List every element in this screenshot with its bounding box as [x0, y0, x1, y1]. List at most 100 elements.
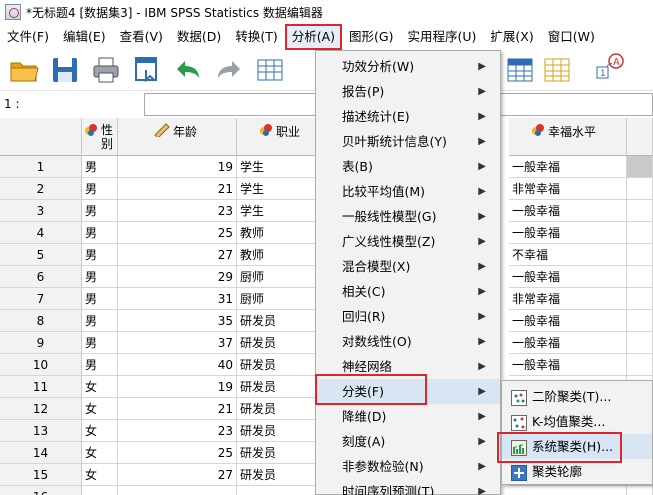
analyze-menu-item[interactable]: 比较平均值(M) ▶ [316, 179, 500, 204]
cell-age[interactable] [118, 486, 237, 495]
corner-header[interactable] [0, 118, 82, 156]
cell-happiness[interactable]: 非常幸福 [509, 178, 627, 200]
cell-age[interactable]: 29 [118, 266, 237, 288]
open-folder-icon[interactable] [8, 54, 40, 86]
redo-icon[interactable] [213, 54, 245, 86]
cell-occupation[interactable]: 研发员 [237, 376, 317, 398]
menu-file[interactable]: 文件(F) [0, 24, 56, 50]
classify-menu-item[interactable]: K-均值聚类... [502, 409, 652, 434]
cell-occupation[interactable]: 研发员 [237, 354, 317, 376]
column-header-gender[interactable]: 性别 [82, 118, 118, 156]
cell-empty[interactable] [627, 266, 653, 288]
classify-menu-item[interactable]: 二阶聚类(T)... [502, 384, 652, 409]
cell-age[interactable]: 31 [118, 288, 237, 310]
cell-gender[interactable]: 女 [82, 376, 118, 398]
cell-age[interactable]: 23 [118, 420, 237, 442]
cell-gender[interactable]: 男 [82, 178, 118, 200]
row-number[interactable]: 8 [0, 310, 82, 332]
row-number[interactable]: 11 [0, 376, 82, 398]
row-number[interactable]: 15 [0, 464, 82, 486]
analyze-menu-item[interactable]: 回归(R) ▶ [316, 304, 500, 329]
row-number[interactable]: 13 [0, 420, 82, 442]
cell-gender[interactable]: 男 [82, 222, 118, 244]
menu-data[interactable]: 数据(D) [170, 24, 228, 50]
cell-empty[interactable] [627, 156, 653, 178]
weight-cases-icon[interactable] [541, 54, 573, 86]
recall-dialog-icon[interactable] [131, 54, 163, 86]
cell-happiness[interactable]: 非常幸福 [509, 288, 627, 310]
menu-view[interactable]: 查看(V) [113, 24, 170, 50]
cell-gender[interactable]: 男 [82, 288, 118, 310]
goto-case-icon[interactable] [254, 54, 286, 86]
menu-graphs[interactable]: 图形(G) [342, 24, 400, 50]
cell-happiness[interactable]: 不幸福 [509, 244, 627, 266]
analyze-menu-item[interactable]: 表(B) ▶ [316, 154, 500, 179]
cell-gender[interactable]: 男 [82, 200, 118, 222]
cell-age[interactable]: 25 [118, 222, 237, 244]
cell-occupation[interactable]: 研发员 [237, 442, 317, 464]
menu-extensions[interactable]: 扩展(X) [483, 24, 540, 50]
analyze-menu-item[interactable]: 非参数检验(N) ▶ [316, 454, 500, 479]
cell-occupation[interactable]: 厨师 [237, 266, 317, 288]
cell-occupation[interactable]: 教师 [237, 244, 317, 266]
analyze-menu-item[interactable]: 广义线性模型(Z) ▶ [316, 229, 500, 254]
cell-happiness[interactable]: 一般幸福 [509, 354, 627, 376]
cell-happiness[interactable]: 一般幸福 [509, 156, 627, 178]
analyze-menu-item[interactable]: 功效分析(W) ▶ [316, 54, 500, 79]
analyze-menu-item[interactable]: 对数线性(O) ▶ [316, 329, 500, 354]
cell-occupation[interactable]: 学生 [237, 200, 317, 222]
cell-empty[interactable] [627, 288, 653, 310]
row-number[interactable]: 2 [0, 178, 82, 200]
cell-age[interactable]: 23 [118, 200, 237, 222]
cell-occupation[interactable]: 学生 [237, 156, 317, 178]
cell-age[interactable]: 37 [118, 332, 237, 354]
analyze-menu-item[interactable]: 降维(D) ▶ [316, 404, 500, 429]
cell-occupation[interactable]: 研发员 [237, 420, 317, 442]
cell-occupation[interactable]: 厨师 [237, 288, 317, 310]
cell-empty[interactable] [627, 486, 653, 495]
cell-occupation[interactable]: 研发员 [237, 332, 317, 354]
cell-empty[interactable] [627, 332, 653, 354]
analyze-menu-item[interactable]: 一般线性模型(G) ▶ [316, 204, 500, 229]
classify-menu-item[interactable]: 系统聚类(H)... [502, 434, 652, 459]
cell-age[interactable]: 35 [118, 310, 237, 332]
cell-gender[interactable]: 男 [82, 156, 118, 178]
cell-gender[interactable]: 女 [82, 442, 118, 464]
row-number[interactable]: 3 [0, 200, 82, 222]
row-number[interactable]: 7 [0, 288, 82, 310]
row-number[interactable]: 16 [0, 486, 82, 495]
cell-age[interactable]: 27 [118, 244, 237, 266]
cell-age[interactable]: 40 [118, 354, 237, 376]
cell-gender[interactable]: 男 [82, 244, 118, 266]
column-header-empty[interactable] [627, 118, 653, 156]
analyze-menu-item[interactable]: 报告(P) ▶ [316, 79, 500, 104]
row-number[interactable]: 6 [0, 266, 82, 288]
row-number[interactable]: 9 [0, 332, 82, 354]
value-labels-icon[interactable]: A1 [593, 50, 625, 82]
row-number[interactable]: 5 [0, 244, 82, 266]
analyze-menu-item[interactable]: 相关(C) ▶ [316, 279, 500, 304]
cell-gender[interactable]: 男 [82, 310, 118, 332]
cell-gender[interactable]: 男 [82, 332, 118, 354]
row-number[interactable]: 10 [0, 354, 82, 376]
cell-age[interactable]: 19 [118, 156, 237, 178]
cell-happiness[interactable]: 一般幸福 [509, 200, 627, 222]
split-file-icon[interactable] [504, 54, 536, 86]
analyze-menu-item[interactable]: 刻度(A) ▶ [316, 429, 500, 454]
column-header-occupation[interactable]: 职业 [237, 118, 317, 156]
menu-transform[interactable]: 转换(T) [228, 24, 284, 50]
cell-happiness[interactable] [509, 486, 627, 495]
analyze-menu-item[interactable]: 时间序列预测(T) ▶ [316, 479, 500, 495]
cell-empty[interactable] [627, 222, 653, 244]
cell-age[interactable]: 25 [118, 442, 237, 464]
cell-empty[interactable] [627, 178, 653, 200]
undo-icon[interactable] [172, 54, 204, 86]
row-number[interactable]: 4 [0, 222, 82, 244]
analyze-menu-item[interactable]: 神经网络 ▶ [316, 354, 500, 379]
cell-empty[interactable] [627, 200, 653, 222]
analyze-menu-item[interactable]: 混合模型(X) ▶ [316, 254, 500, 279]
cell-empty[interactable] [627, 310, 653, 332]
print-icon[interactable] [90, 54, 122, 86]
row-number[interactable]: 1 [0, 156, 82, 178]
cell-happiness[interactable]: 一般幸福 [509, 310, 627, 332]
